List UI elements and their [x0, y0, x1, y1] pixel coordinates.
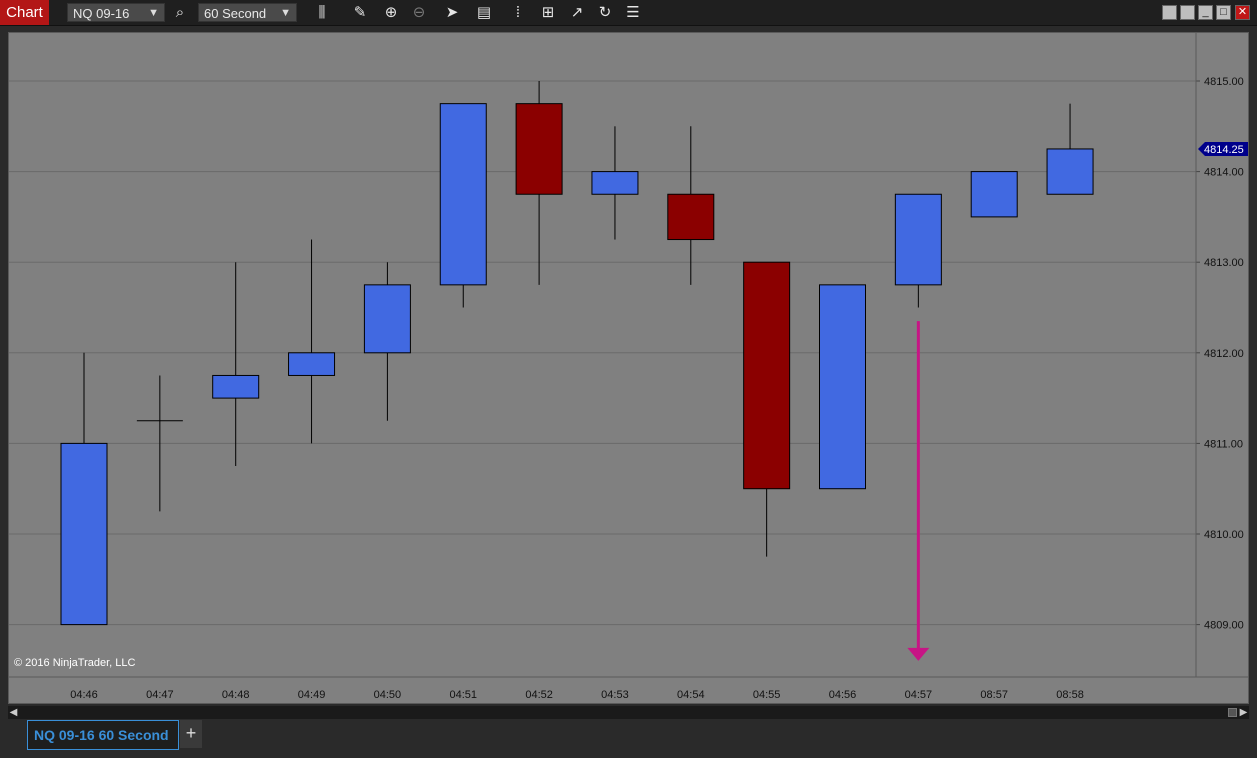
bar-type-icon[interactable]: ⫼: [312, 3, 332, 22]
candle-body: [515, 103, 563, 195]
candle-body: [439, 103, 487, 286]
x-tick-label: 04:46: [70, 689, 98, 701]
x-tick-label: 04:49: [298, 689, 326, 701]
chart-title-tab[interactable]: Chart: [0, 0, 49, 25]
x-tick-label: 04:57: [905, 689, 933, 701]
candle-body: [667, 193, 715, 241]
data-box-icon[interactable]: ▤: [474, 3, 494, 22]
minimize-icon[interactable]: _: [1198, 5, 1213, 20]
chevron-down-icon: ▼: [148, 7, 159, 19]
x-tick-label: 08:58: [1056, 689, 1084, 701]
x-tick-label: 08:57: [980, 689, 1008, 701]
y-tick-label: 4815.00: [1204, 76, 1244, 88]
tile-icon[interactable]: [1162, 5, 1177, 20]
candle-body: [1046, 148, 1094, 195]
y-tick-label: 4812.00: [1204, 348, 1244, 360]
last-price-label: 4814.25: [1204, 144, 1244, 156]
tile-icon[interactable]: [1180, 5, 1195, 20]
strategies-icon[interactable]: ⊞: [538, 3, 558, 22]
reload-icon[interactable]: ↻: [595, 3, 615, 22]
x-tick-label: 04:53: [601, 689, 629, 701]
properties-icon[interactable]: ☰: [623, 3, 643, 22]
y-tick-label: 4813.00: [1204, 257, 1244, 269]
draw-pencil-icon[interactable]: ✎: [350, 3, 370, 22]
chart-style-icon[interactable]: ⁞: [508, 3, 528, 22]
chevron-down-icon: ▼: [280, 7, 291, 19]
y-tick-label: 4810.00: [1204, 529, 1244, 541]
price-chart[interactable]: 4815.00 4814.00 4813.00 4812.00 4811.00 4810.…: [9, 33, 1248, 703]
y-tick-label: 4809.00: [1204, 620, 1244, 632]
scroll-thumb[interactable]: [1228, 708, 1237, 717]
maximize-icon[interactable]: □: [1216, 5, 1231, 20]
chart-toolbar: Chart NQ 09-16 ▼ ⌕ 60 Second ▼ ⫼ ✎ ⊕ ⊖ ➤…: [0, 0, 1257, 26]
candle-body: [894, 193, 942, 286]
chart-panel[interactable]: 4815.00 4814.00 4813.00 4812.00 4811.00 4810.…: [8, 32, 1249, 704]
x-tick-label: 04:47: [146, 689, 174, 701]
copyright-text: © 2016 NinjaTrader, LLC: [14, 657, 136, 669]
interval-selector[interactable]: 60 Second ▼: [198, 3, 297, 22]
candle-body: [743, 261, 791, 490]
scroll-left-icon[interactable]: ◀: [8, 706, 19, 719]
instrument-selector[interactable]: NQ 09-16 ▼: [67, 3, 165, 22]
x-tick-label: 04:52: [525, 689, 553, 701]
instrument-value: NQ 09-16: [73, 6, 130, 21]
x-tick-label: 04:50: [374, 689, 402, 701]
candle-body: [819, 284, 866, 490]
zoom-in-icon[interactable]: ⊕: [381, 3, 401, 22]
add-tab-button[interactable]: +: [180, 720, 202, 748]
indicators-icon[interactable]: ↗: [567, 3, 587, 22]
y-tick-label: 4811.00: [1204, 438, 1243, 450]
y-tick-label: 4814.00: [1204, 167, 1244, 179]
scroll-right-icon[interactable]: ▶: [1238, 706, 1249, 719]
tab-nq-60-second[interactable]: NQ 09-16 60 Second: [27, 720, 179, 750]
x-tick-label: 04:56: [829, 689, 857, 701]
candle-body: [363, 284, 411, 354]
candle-body: [212, 374, 260, 399]
x-tick-label: 04:51: [449, 689, 477, 701]
annotation-arrow-head: [907, 647, 930, 661]
candle-body: [288, 352, 336, 376]
x-tick-label: 04:55: [753, 689, 781, 701]
x-tick-label: 04:48: [222, 689, 250, 701]
horizontal-scrollbar[interactable]: ◀ ▶: [8, 706, 1249, 719]
search-icon[interactable]: ⌕: [170, 3, 190, 22]
candle-body: [970, 171, 1018, 218]
x-tick-label: 04:54: [677, 689, 705, 701]
pointer-icon[interactable]: ➤: [442, 3, 462, 22]
candle-body: [60, 442, 108, 626]
zoom-out-icon[interactable]: ⊖: [409, 3, 429, 22]
interval-value: 60 Second: [204, 6, 267, 21]
close-icon[interactable]: ✕: [1235, 5, 1250, 20]
candle-body: [591, 171, 639, 195]
